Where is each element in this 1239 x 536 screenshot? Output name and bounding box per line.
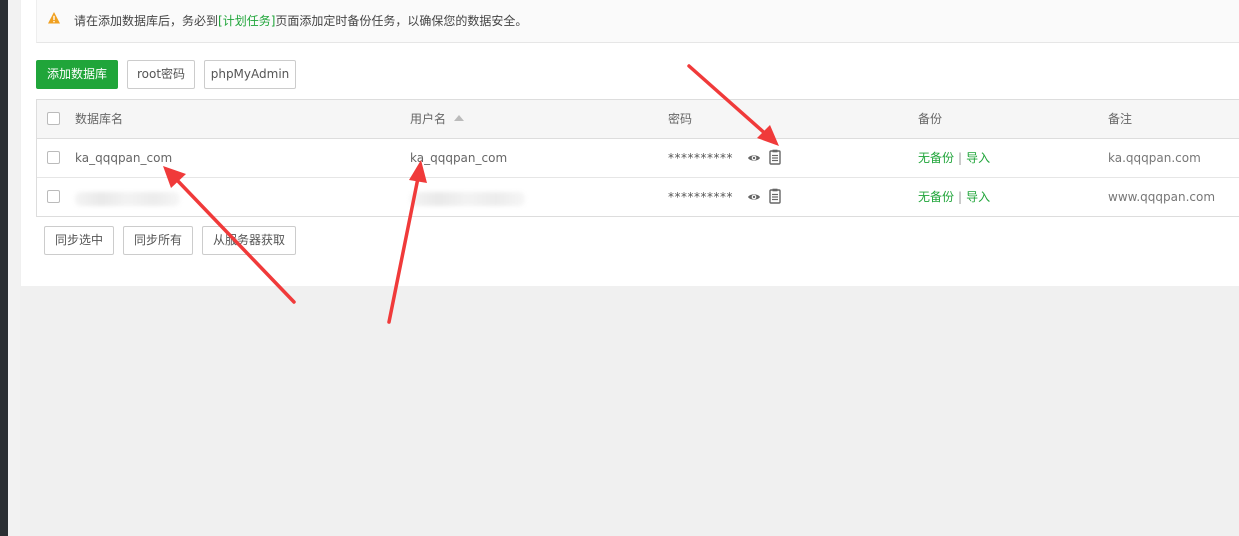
copy-icon[interactable] (768, 188, 782, 204)
add-database-button[interactable]: 添加数据库 (36, 60, 118, 89)
notice-suffix: 页面添加定时备份任务，以确保您的数据安全。 (275, 14, 528, 28)
import-link[interactable]: 导入 (966, 151, 990, 165)
database-table: 数据库名 用户名 密码 备份 备注 ka_qqqpan_com ka_qqqpa… (36, 99, 1239, 217)
sync-all-button[interactable]: 同步所有 (123, 226, 193, 255)
notice-prefix: 请在添加数据库后，务必到 (74, 14, 219, 28)
username-redacted (410, 192, 525, 206)
password-mask: ********** (668, 151, 733, 165)
header-remark: 备注 (1108, 112, 1133, 126)
backup-separator: | (958, 151, 963, 165)
app-sidebar-edge (0, 0, 8, 536)
sort-up-icon (454, 115, 465, 121)
remark-cell: ka.qqqpan.com (1108, 151, 1201, 165)
header-password: 密码 (668, 112, 693, 126)
notice-text: 请在添加数据库后，务必到[计划任务]页面添加定时备份任务，以确保您的数据安全。 (74, 12, 527, 29)
database-panel: 请在添加数据库后，务必到[计划任务]页面添加定时备份任务，以确保您的数据安全。 … (21, 0, 1239, 286)
no-backup-link[interactable]: 无备份 (918, 151, 954, 165)
content-gutter (8, 0, 20, 536)
header-backup: 备份 (918, 112, 943, 126)
root-password-button[interactable]: root密码 (127, 60, 195, 89)
header-db-name: 数据库名 (75, 112, 124, 126)
fetch-from-server-button[interactable]: 从服务器获取 (202, 226, 296, 255)
import-link[interactable]: 导入 (966, 190, 990, 204)
no-backup-link[interactable]: 无备份 (918, 190, 954, 204)
phpmyadmin-button[interactable]: phpMyAdmin (204, 60, 296, 89)
remark-cell: www.qqqpan.com (1108, 190, 1216, 204)
db-name-cell[interactable]: ka_qqqpan_com (75, 139, 172, 177)
sync-selected-button[interactable]: 同步选中 (44, 226, 114, 255)
cron-task-link[interactable]: [计划任务] (218, 14, 275, 28)
eye-icon[interactable] (747, 151, 761, 165)
password-mask: ********** (668, 190, 733, 204)
db-name-redacted (75, 192, 180, 206)
table-row: ka_qqqpan_com ka_qqqpan_com ********** 无… (37, 139, 1239, 178)
backup-cell: 无备份 | 导入 (918, 139, 990, 177)
select-all-checkbox[interactable] (47, 112, 60, 125)
row-checkbox[interactable] (47, 190, 60, 203)
table-row: ********** 无备份 | 导入 www.qqqpan.com (37, 178, 1239, 217)
copy-icon[interactable] (768, 149, 782, 165)
table-header: 数据库名 用户名 密码 备份 备注 (37, 100, 1239, 139)
header-username[interactable]: 用户名 (410, 100, 465, 138)
backup-separator: | (958, 190, 963, 204)
row-checkbox[interactable] (47, 151, 60, 164)
username-cell: ka_qqqpan_com (410, 151, 508, 165)
header-username-label: 用户名 (410, 112, 447, 126)
notice-bar: 请在添加数据库后，务必到[计划任务]页面添加定时备份任务，以确保您的数据安全。 (36, 0, 1239, 43)
eye-icon[interactable] (747, 190, 761, 204)
warning-icon (48, 12, 60, 24)
backup-cell: 无备份 | 导入 (918, 178, 990, 216)
